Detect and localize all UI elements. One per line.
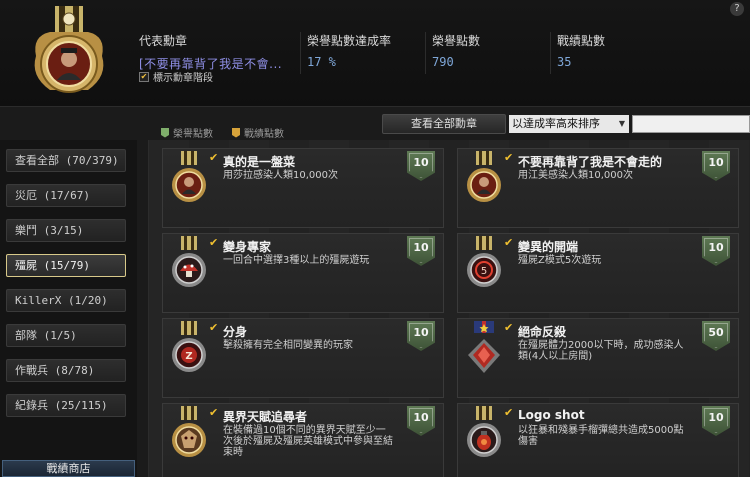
honor-points-block: 榮譽點數 790 <box>432 32 480 69</box>
rep-medal-label: 代表勳章 <box>139 34 188 48</box>
completion-rate-block: 榮譽點數達成率 17 % <box>307 32 391 69</box>
medal-title: 分身 <box>223 325 248 339</box>
number-five-medal-icon: 5 <box>467 236 501 287</box>
medal-card[interactable]: ✔ 真的是一盤菜 用莎拉感染人類10,000次 10 <box>162 148 444 228</box>
help-button[interactable]: ? <box>730 2 744 16</box>
battle-shop-button[interactable]: 戰績商店 <box>2 460 135 477</box>
points-badge: 10 <box>407 151 435 181</box>
divider <box>425 32 426 74</box>
completion-rate-value: 17 % <box>307 55 336 69</box>
representative-medal-icon[interactable] <box>28 6 110 102</box>
divider <box>550 32 551 74</box>
checkbox-checked-icon[interactable]: ✔ <box>139 71 149 82</box>
battle-shield-icon <box>232 127 240 138</box>
points-badge: 50 <box>702 321 730 351</box>
medal-card[interactable]: 5 ✔ 變異的開端 殭屍Z模式5次遊玩 10 <box>457 233 739 313</box>
medal-title: Logo shot <box>518 408 585 422</box>
points-badge: 10 <box>702 151 730 181</box>
z-medal-icon: Z <box>172 321 206 372</box>
medal-description: 以狂暴和殘暴手榴彈總共造成5000點傷害 <box>518 425 684 447</box>
representative-medal-block: 代表勳章 [不要再靠背了我是不會... <box>139 32 282 72</box>
completed-check-icon: ✔ <box>209 406 219 419</box>
sidebar-item-record-soldier[interactable]: 紀錄兵 (25/115) <box>6 394 126 417</box>
sort-dropdown[interactable]: 以達成率高來排序 ▼ <box>509 115 629 133</box>
medal-card[interactable]: Z ✔ 分身 擊殺擁有完全相同變異的玩家 10 <box>162 318 444 398</box>
sidebar-item-fun-fight[interactable]: 樂鬥 (3/15) <box>6 219 126 242</box>
medal-description: 在殭屍體力2000以下時，成功感染人類(4人以上房間) <box>518 340 684 362</box>
completion-rate-label: 榮譽點數達成率 <box>307 34 392 48</box>
legend-battle-label: 戰績點數 <box>244 129 284 140</box>
battle-points-block: 戰績點數 35 <box>557 32 605 69</box>
search-input[interactable] <box>632 115 750 133</box>
grenade-medal-icon <box>467 406 501 457</box>
medal-title: 變異的開端 <box>518 240 579 254</box>
completed-check-icon: ✔ <box>209 321 219 334</box>
view-all-medals-button[interactable]: 查看全部勳章 <box>382 114 506 134</box>
battle-points-value: 35 <box>557 55 572 69</box>
divider <box>300 32 301 74</box>
show-tier-toggle[interactable]: ✔ 標示勳章階段 <box>139 69 213 84</box>
completed-check-icon: ✔ <box>504 406 514 419</box>
medal-card[interactable]: ✔ 絕命反殺 在殭屍體力2000以下時，成功感染人類(4人以上房間) 50 <box>457 318 739 398</box>
completed-check-icon: ✔ <box>504 236 514 249</box>
battle-points-label: 戰績點數 <box>557 34 606 48</box>
points-badge: 10 <box>407 321 435 351</box>
mushroom-medal-icon <box>172 236 206 287</box>
svg-text:Z: Z <box>185 351 192 362</box>
points-badge: 10 <box>407 236 435 266</box>
sidebar-item-killerx[interactable]: KillerX (1/20) <box>6 289 126 312</box>
svg-text:5: 5 <box>481 266 487 277</box>
medal-title: 不要再靠背了我是不會走的 <box>518 155 663 169</box>
medal-card[interactable]: ✔ 不要再靠背了我是不會走的 用江美感染人類10,000次 10 <box>457 148 739 228</box>
completed-check-icon: ✔ <box>504 151 514 164</box>
points-badge: 10 <box>702 236 730 266</box>
medal-title: 變身專家 <box>223 240 272 254</box>
sidebar-item-disaster[interactable]: 災厄 (17/67) <box>6 184 126 207</box>
medal-description: 擊殺擁有完全相同變異的玩家 <box>223 340 353 351</box>
category-sidebar: 查看全部 (70/379) 災厄 (17/67) 樂鬥 (3/15) 殭屍 (1… <box>0 140 137 477</box>
honor-points-label: 榮譽點數 <box>432 34 481 48</box>
medal-title: 異界天賦追尋者 <box>223 410 308 424</box>
completed-check-icon: ✔ <box>209 151 219 164</box>
medal-description: 用莎拉感染人類10,000次 <box>223 170 338 181</box>
beast-medal-icon <box>172 406 206 457</box>
legend-battle: 戰績點數 <box>232 125 284 140</box>
profile-header: 代表勳章 [不要再靠背了我是不會... 榮譽點數達成率 17 % 榮譽點數 79… <box>0 0 750 107</box>
medal-description: 在裝備過10個不同的異界天賦至少一次後於殭屍及殭屍英雄模式中參與至結束時 <box>223 425 393 458</box>
completed-check-icon: ✔ <box>209 236 219 249</box>
sidebar-item-combat-soldier[interactable]: 作戰兵 (8/78) <box>6 359 126 382</box>
points-badge: 10 <box>702 406 730 436</box>
medal-card[interactable]: ✔ Logo shot 以狂暴和殘暴手榴彈總共造成5000點傷害 10 <box>457 403 739 477</box>
medal-card[interactable]: ✔ 變身專家 一回合中選擇3種以上的殭屍遊玩 10 <box>162 233 444 313</box>
sidebar-item-all[interactable]: 查看全部 (70/379) <box>6 149 126 172</box>
medal-description: 一回合中選擇3種以上的殭屍遊玩 <box>223 255 370 266</box>
red-gem-medal-icon <box>468 321 500 373</box>
legend-honor: 榮譽點數 <box>161 125 213 140</box>
medal-grid: ✔ 真的是一盤菜 用莎拉感染人類10,000次 10 ✔ 不要再靠背了我是不會走… <box>148 140 750 477</box>
portrait-medal-icon <box>467 151 501 202</box>
honor-shield-icon <box>161 127 169 138</box>
medal-description: 殭屍Z模式5次遊玩 <box>518 255 602 266</box>
sidebar-item-squad[interactable]: 部隊 (1/5) <box>6 324 126 347</box>
medal-description: 用江美感染人類10,000次 <box>518 170 633 181</box>
show-tier-label: 標示勳章階段 <box>153 73 213 84</box>
legend-honor-label: 榮譽點數 <box>173 129 213 140</box>
chevron-down-icon: ▼ <box>618 119 625 128</box>
points-badge: 10 <box>407 406 435 436</box>
medal-title: 絕命反殺 <box>518 325 567 339</box>
sort-dropdown-value: 以達成率高來排序 <box>512 117 600 130</box>
medal-title: 真的是一盤菜 <box>223 155 296 169</box>
medal-card[interactable]: ✔ 異界天賦追尋者 在裝備過10個不同的異界天賦至少一次後於殭屍及殭屍英雄模式中… <box>162 403 444 477</box>
honor-points-value: 790 <box>432 55 454 69</box>
sidebar-item-zombie[interactable]: 殭屍 (15/79) <box>6 254 126 277</box>
portrait-medal-icon <box>172 151 206 202</box>
completed-check-icon: ✔ <box>504 321 514 334</box>
